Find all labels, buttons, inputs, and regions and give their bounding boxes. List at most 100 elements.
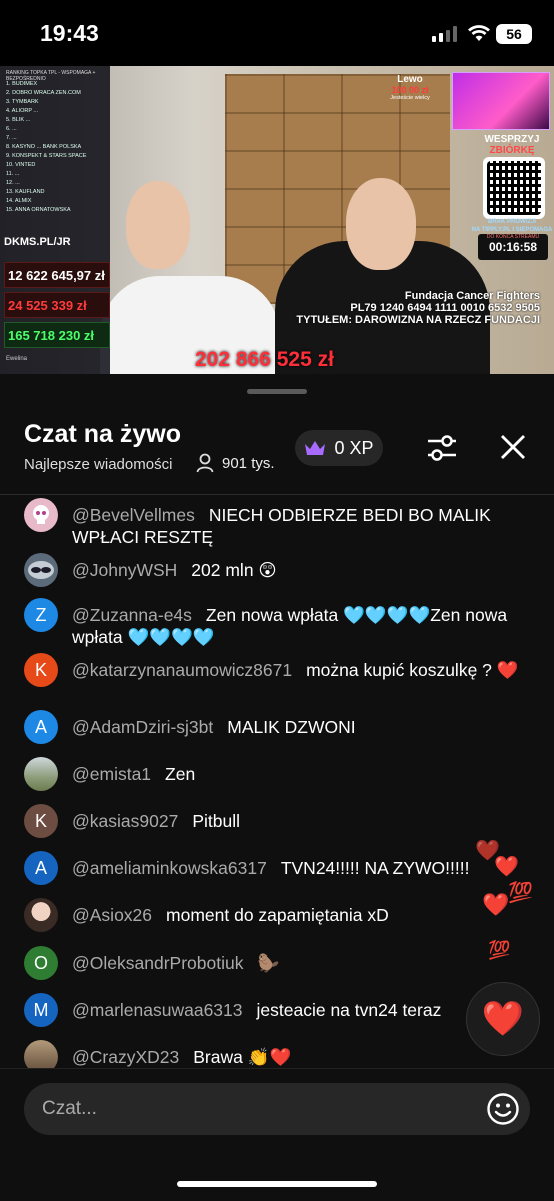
ranking-item: 8. KASYNO ... BANK POLSKA (6, 144, 82, 150)
chat-input-placeholder: Czat... (42, 1098, 97, 1119)
ranking-item: 1. BUDIMEX (6, 81, 38, 87)
message-text: Pitbull (192, 811, 240, 831)
message-author[interactable]: @AdamDziri-sj3bt (72, 717, 213, 737)
avatar[interactable]: K (24, 804, 58, 838)
message-text: MALIK DZWONI (227, 717, 356, 737)
fundraiser-name: Fundacja Cancer Fighters (404, 290, 540, 302)
avatar[interactable]: Z (24, 598, 58, 632)
ranking-item: 11. ... (6, 171, 20, 177)
ranking-item: 9. KONSPEKT & STARS SPACE (6, 153, 87, 159)
floating-heart-icon: ❤️ (494, 856, 519, 878)
message-author[interactable]: @CrazyXD23 (72, 1047, 179, 1067)
message-body: @OleksandrProbotiuk 🦫 (72, 952, 542, 974)
fundraiser-info: Fundacja Cancer Fighters PL79 1240 6494 … (296, 290, 540, 326)
donation-total: 202 866 525 zł (195, 348, 334, 371)
close-icon[interactable] (497, 431, 529, 463)
stat-value-2: 24 525 339 zł (8, 298, 87, 313)
message-author[interactable]: @BevelVellmes (72, 505, 195, 525)
message-text: jesteacie na tvn24 teraz (256, 1000, 442, 1020)
emoji-icon[interactable] (486, 1092, 520, 1126)
floating-heart-icon: ❤️ (482, 892, 510, 917)
message-text: 202 mln 😲 (191, 560, 277, 580)
stat-box-1: 12 622 645,97 zł (4, 262, 110, 288)
no-commission-line-1: BRAK PROWIZJI (488, 219, 536, 225)
person-icon (196, 453, 214, 473)
stat-value-1: 12 622 645,97 zł (8, 268, 105, 283)
message-text: można kupić koszulkę ? ❤️ (306, 660, 519, 680)
message-text: moment do zapamiętania xD (166, 905, 389, 925)
stat-box-2: 24 525 339 zł (4, 292, 110, 318)
message-body: @kasias9027 Pitbull (72, 810, 542, 832)
battery-indicator: 56 (496, 24, 532, 44)
cellular-signal-icon (432, 26, 457, 42)
ranking-item: 4. ALIORP ... (6, 108, 38, 114)
no-commission-label: BRAK PROWIZJI NA TIPPLY.PL I SIEPOMAGA (470, 218, 554, 234)
message-author[interactable]: @marlenasuwaa6313 (72, 1000, 243, 1020)
message-author[interactable]: @OleksandrProbotiuk (72, 953, 243, 973)
ranking-item: 10. VINTED (6, 162, 36, 168)
avatar[interactable] (24, 498, 58, 532)
ranking-list: 1. BUDIMEX 2. DOBRO WRACA ZEN.COM 3. TYM… (6, 80, 106, 215)
alien-avatar-icon (28, 561, 54, 579)
ranking-item: 14. ALMIX (6, 198, 32, 204)
message-author[interactable]: @JohnyWSH (72, 560, 177, 580)
video-player[interactable]: RANKING TOPKA TPL - WSPOMAGA + BEZPOŚRED… (0, 66, 554, 374)
message-author[interactable]: @Asiox26 (72, 905, 152, 925)
message-body: @emista1 Zen (72, 763, 542, 785)
donation-alert-name: Lewo (397, 74, 423, 85)
avatar[interactable] (24, 898, 58, 932)
stream-stats-overlay: RANKING TOPKA TPL - WSPOMAGA + BEZPOŚRED… (0, 66, 110, 374)
message-body: @katarzynanaumowicz8671 można kupić koszu… (72, 659, 542, 681)
skull-avatar-icon (33, 505, 49, 524)
avatar[interactable] (24, 757, 58, 791)
timer-value: 00:16:58 (488, 240, 538, 254)
status-bar: 19:43 56 (0, 0, 554, 66)
chat-input-field[interactable]: Czat... (24, 1083, 530, 1135)
chat-header-divider (0, 494, 554, 495)
avatar[interactable]: O (24, 946, 58, 980)
message-text: TVN24!!!!! NA ZYWO!!!!! (280, 858, 470, 878)
chat-filter-mode[interactable]: Najlepsze wiadomości (24, 456, 172, 473)
no-commission-line-2: NA TIPPLY.PL I SIEPOMAGA (471, 227, 553, 233)
ranking-item: 3. TYMBARK (6, 99, 39, 105)
home-indicator[interactable] (177, 1181, 377, 1187)
filter-settings-icon[interactable] (424, 430, 460, 466)
avatar[interactable]: K (24, 653, 58, 687)
message-body: @Zuzanna-e4s Zen nowa wpłata 🩵🩵🩵🩵Zen nowa… (72, 604, 542, 648)
drag-handle[interactable] (247, 389, 307, 394)
message-body: @Asiox26 moment do zapamiętania xD (72, 904, 542, 926)
stat-footer: Ewelina (6, 356, 28, 362)
donation-alert: Lewo 100 00 zł Jesteście wielcy (375, 74, 445, 101)
person-left-head (126, 181, 190, 269)
message-body: @ameliaminkowska6317 TVN24!!!!! NA ZYWO!!… (72, 857, 542, 879)
fundraiser-title: TYTUŁEM: DAROWIZNA NA RZECZ FUNDACJI (296, 314, 540, 326)
ranking-item: 12. ... (6, 180, 20, 186)
chat-title: Czat na żywo (24, 420, 181, 448)
message-text: Zen (165, 764, 196, 784)
floating-hundred-icon: 💯 (508, 882, 533, 904)
message-body: @JohnyWSH 202 mln 😲 (72, 559, 542, 581)
stream-timer: DO KOŃCA STREAMU 00:16:58 (478, 234, 548, 260)
send-heart-button[interactable]: ❤️ (466, 982, 540, 1056)
avatar[interactable] (24, 553, 58, 587)
dkms-label: DKMS.PL/JR (4, 236, 71, 248)
avatar[interactable]: M (24, 993, 58, 1027)
message-author[interactable]: @ameliaminkowska6317 (72, 858, 267, 878)
message-author[interactable]: @emista1 (72, 764, 151, 784)
donation-alert-value: 100 00 zł (391, 85, 429, 95)
message-author[interactable]: @Zuzanna-e4s (72, 605, 192, 625)
ranking-item: 5. BLIK ... (6, 117, 31, 123)
donation-alert-message: Jesteście wielcy (390, 95, 430, 101)
chat-input-bar: Czat... (0, 1068, 554, 1201)
message-body: @AdamDziri-sj3bt MALIK DZWONI (72, 716, 542, 738)
camera-thumbnail (452, 72, 550, 130)
message-author[interactable]: @katarzynanaumowicz8671 (72, 660, 292, 680)
avatar[interactable]: A (24, 710, 58, 744)
wifi-icon (468, 25, 490, 41)
viewer-count-value: 901 tys. (222, 454, 275, 472)
support-line-2: ZBIÓRKĘ (489, 145, 535, 156)
xp-button[interactable]: 0 XP (295, 430, 383, 466)
avatar[interactable]: A (24, 851, 58, 885)
message-text: 🦫 (257, 953, 280, 973)
message-author[interactable]: @kasias9027 (72, 811, 178, 831)
